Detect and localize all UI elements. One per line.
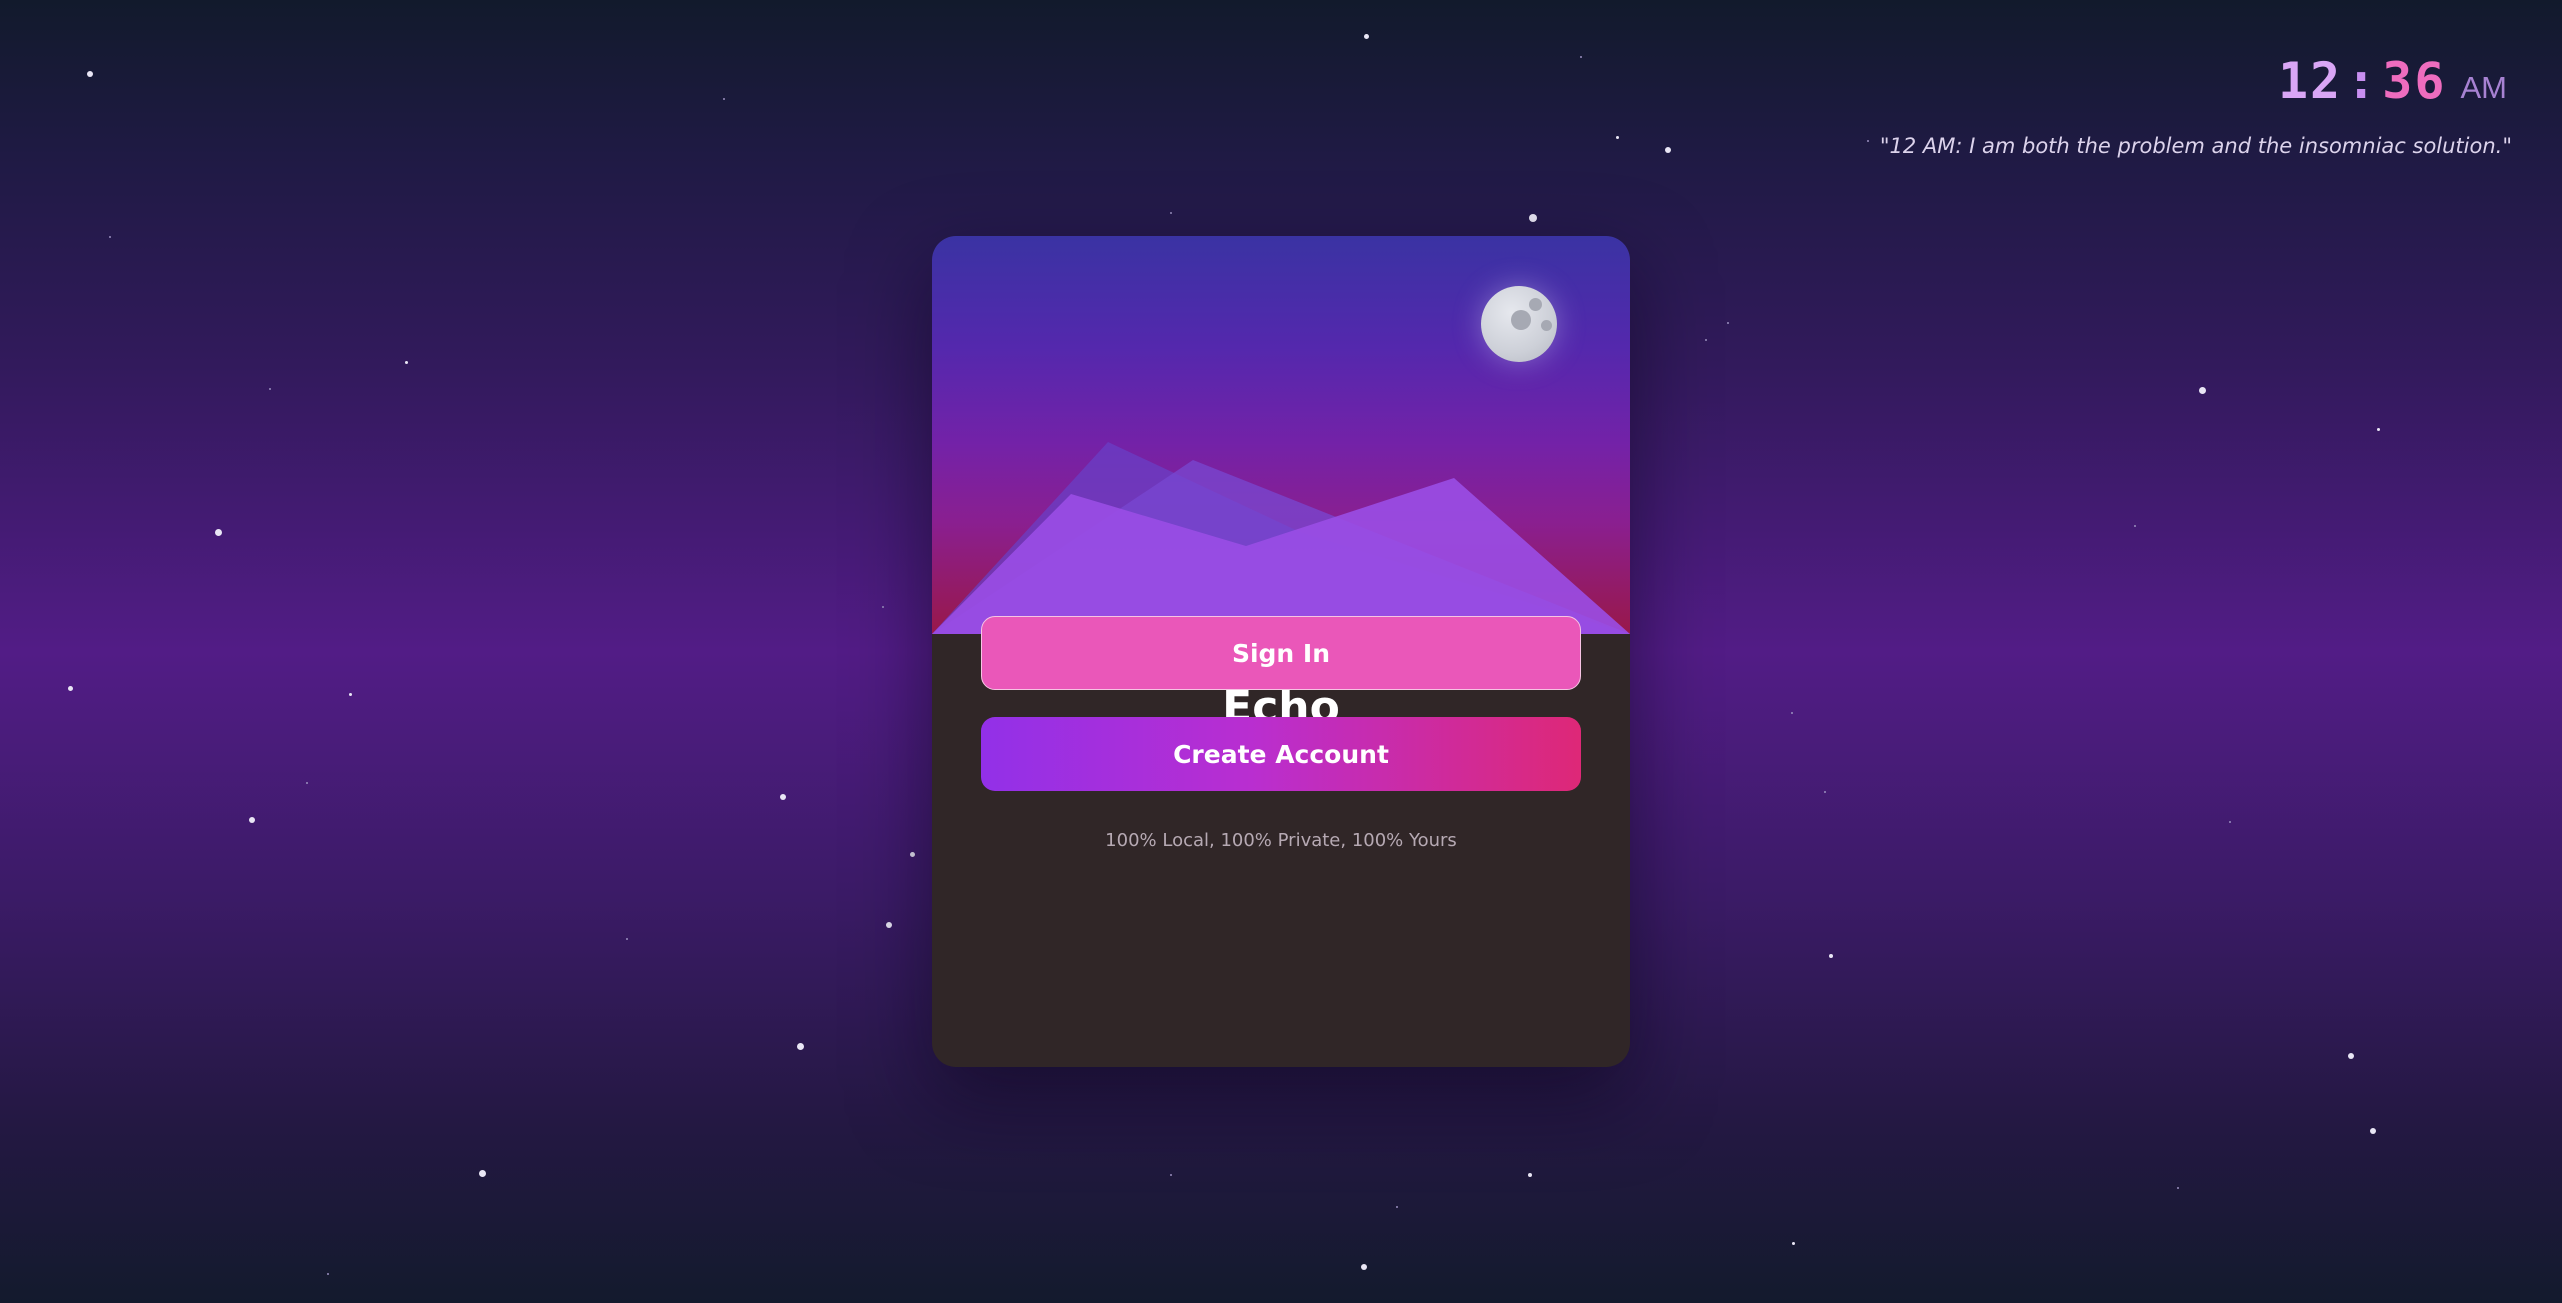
star	[214, 528, 222, 536]
clock-hours: 12	[2277, 52, 2343, 110]
star	[2177, 1187, 2179, 1189]
sign-in-button[interactable]: Sign In	[981, 616, 1581, 690]
star	[1829, 954, 1833, 958]
star	[67, 685, 73, 691]
star	[1528, 1173, 1532, 1177]
star	[2348, 1053, 2354, 1059]
star	[1705, 339, 1707, 341]
star	[327, 1273, 329, 1275]
clock: 12 : 36 AM	[2278, 52, 2507, 110]
star	[780, 794, 786, 800]
star	[1580, 56, 1582, 58]
quote-text: "12 AM: I am both the problem and the in…	[1879, 134, 2512, 158]
moon-crater	[1511, 310, 1531, 330]
star	[306, 782, 308, 784]
star	[269, 388, 271, 390]
moon-icon	[1481, 286, 1557, 362]
star	[478, 1169, 486, 1177]
star	[1396, 1206, 1398, 1208]
star	[1615, 135, 1619, 139]
create-account-button[interactable]: Create Account	[981, 717, 1581, 791]
auth-card: Echo Sign In Create Account 100% Local, …	[932, 236, 1630, 1067]
night-landscape-illustration	[932, 236, 1630, 634]
star	[882, 606, 884, 608]
privacy-note: 100% Local, 100% Private, 100% Yours	[1105, 830, 1457, 851]
star	[1170, 212, 1172, 214]
star	[404, 360, 408, 364]
star	[249, 817, 255, 823]
star	[2229, 821, 2231, 823]
star	[886, 922, 892, 928]
star	[87, 71, 93, 77]
star	[1361, 1264, 1367, 1270]
star	[348, 692, 352, 696]
star	[1867, 140, 1869, 142]
star	[2134, 525, 2136, 527]
moon-crater	[1529, 298, 1542, 311]
clock-separator: :	[2346, 52, 2379, 110]
star	[2370, 1128, 2376, 1134]
star	[1665, 147, 1671, 153]
star	[1727, 322, 1729, 324]
star	[796, 1042, 804, 1050]
star	[2198, 386, 2206, 394]
clock-period: AM	[2460, 70, 2508, 105]
star	[909, 851, 915, 857]
star	[1791, 712, 1793, 714]
star	[1363, 33, 1369, 39]
star	[1170, 1174, 1172, 1176]
star	[109, 236, 111, 238]
star	[2376, 427, 2380, 431]
star	[626, 938, 628, 940]
star	[1824, 791, 1826, 793]
star	[1791, 1241, 1795, 1245]
star	[1529, 214, 1537, 222]
clock-minutes: 36	[2382, 52, 2447, 110]
star	[723, 98, 725, 100]
moon-crater	[1541, 320, 1552, 331]
